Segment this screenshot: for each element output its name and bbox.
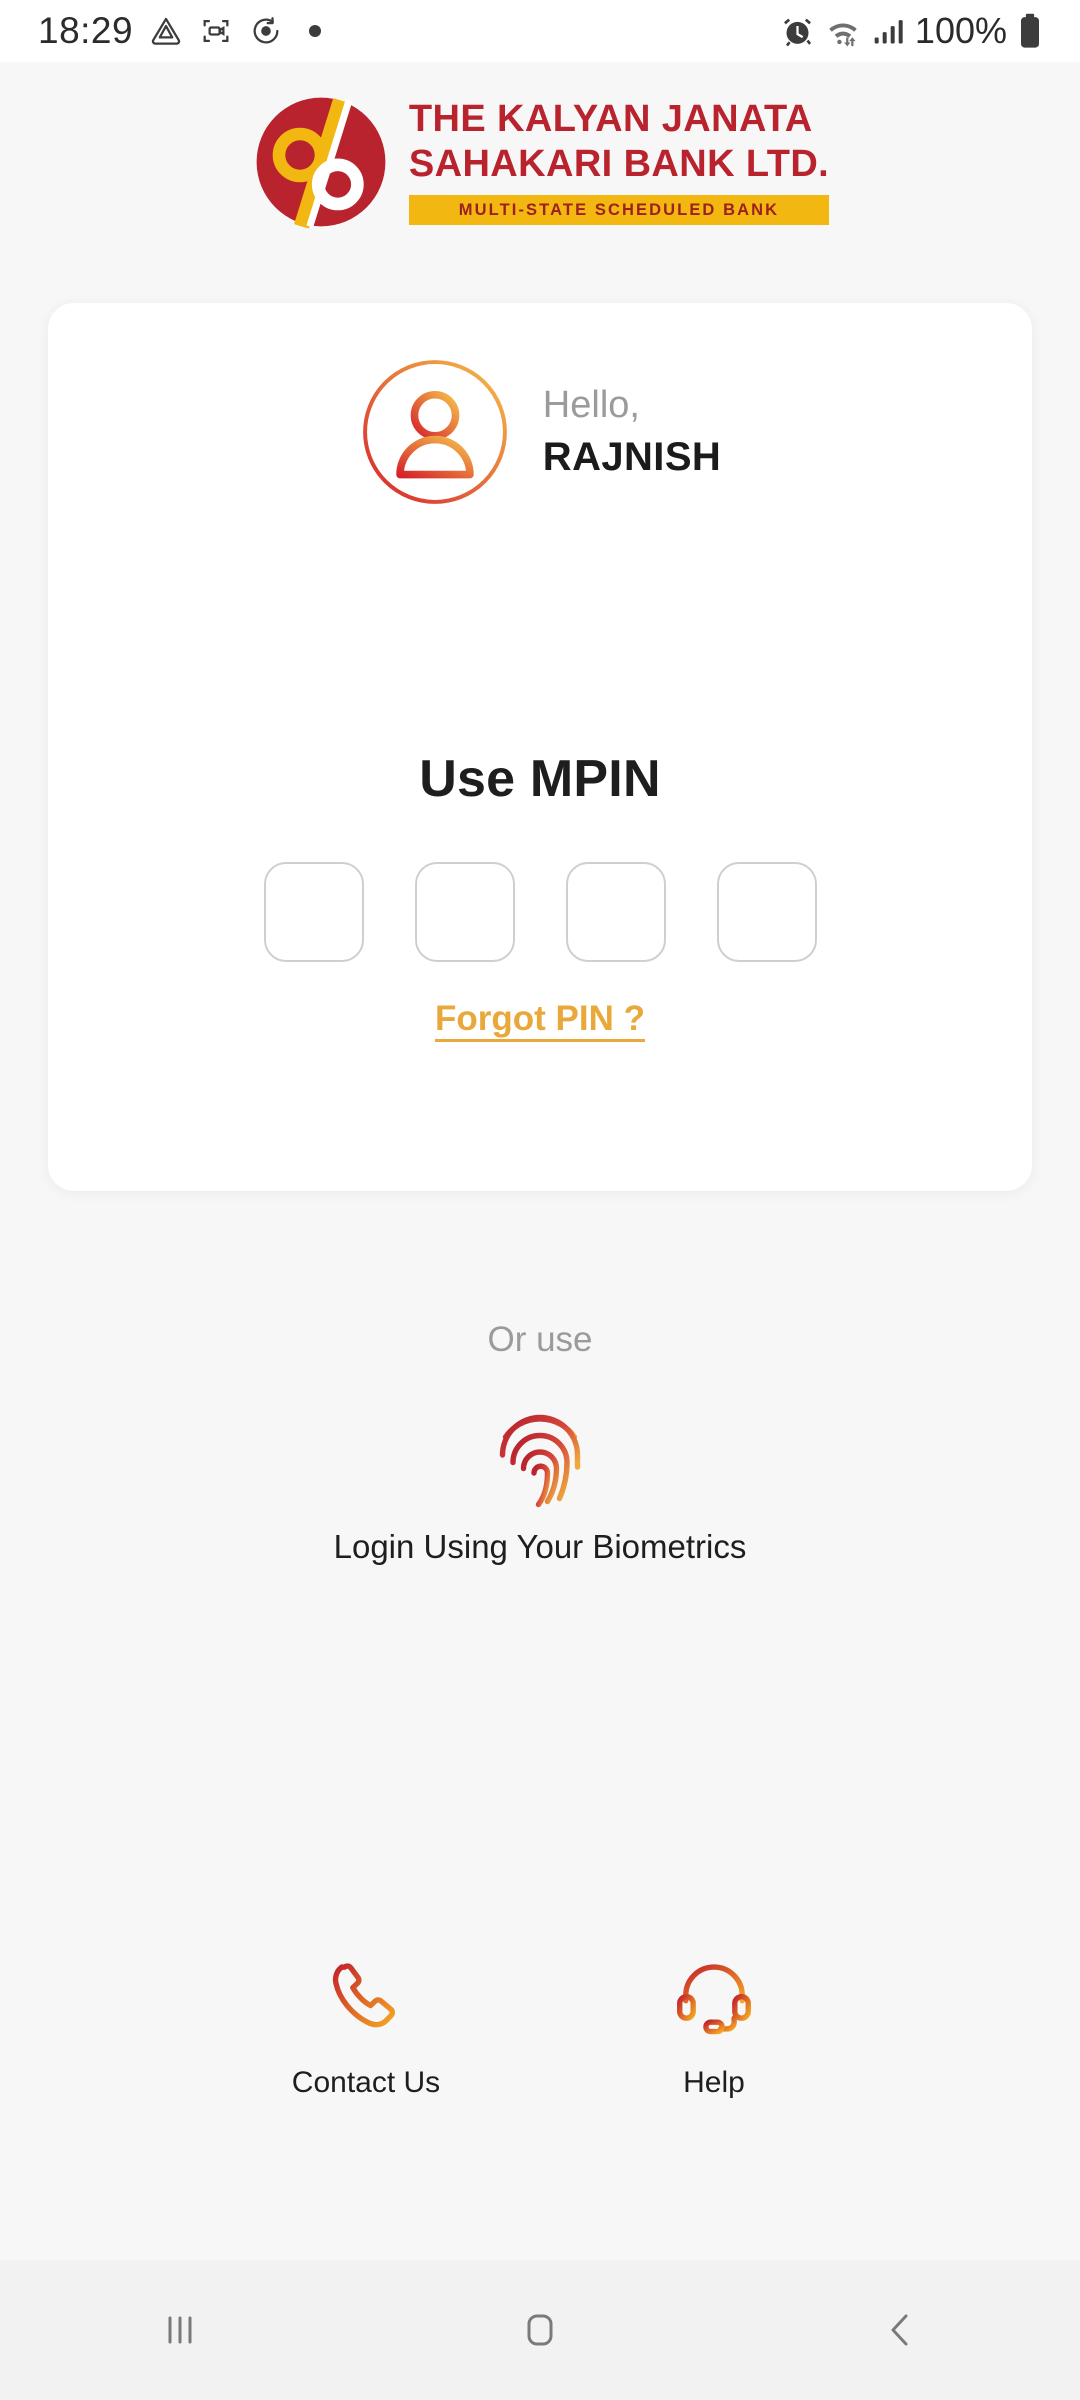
status-bar-left: 18:29 bbox=[38, 10, 322, 52]
battery-icon bbox=[1021, 13, 1039, 48]
bank-name-line2: SAHAKARI BANK LTD. bbox=[408, 142, 830, 185]
fingerprint-icon bbox=[499, 1414, 581, 1508]
drive-triangle-icon bbox=[151, 17, 181, 45]
help-button[interactable]: Help bbox=[624, 1955, 804, 2102]
app-screen: 18:29 100% THE KALYAN JANATA SAHAKARI BA… bbox=[0, 0, 1080, 2400]
status-bar-right: 100% bbox=[781, 10, 1042, 52]
support-actions: Contact Us Help bbox=[0, 1955, 1080, 2102]
greeting-block: Hello, RAJNISH bbox=[48, 356, 1032, 508]
mpin-digit-2[interactable] bbox=[414, 862, 515, 962]
greeting-text: Hello, RAJNISH bbox=[543, 384, 721, 481]
phone-icon bbox=[332, 1963, 395, 2028]
biometric-login-button[interactable]: Login Using Your Biometrics bbox=[0, 1400, 1080, 1568]
back-icon bbox=[891, 2314, 908, 2346]
mpin-input-group bbox=[48, 862, 1032, 962]
android-nav-bar bbox=[0, 2260, 1080, 2400]
status-bar-clock: 18:29 bbox=[38, 10, 134, 51]
avatar bbox=[362, 360, 507, 504]
forgot-pin-row: Forgot PIN ? bbox=[48, 999, 1032, 1039]
notification-dot-icon bbox=[309, 25, 322, 37]
contact-us-label: Contact Us bbox=[291, 2066, 441, 2099]
screen-record-icon bbox=[203, 19, 229, 43]
nav-back-button[interactable] bbox=[825, 2280, 975, 2380]
status-bar: 18:29 100% bbox=[0, 0, 1080, 62]
nav-recents-button[interactable] bbox=[105, 2280, 255, 2380]
kjsb-dp-monogram-icon bbox=[256, 97, 386, 229]
help-label: Help bbox=[683, 2066, 745, 2099]
forgot-pin-link[interactable]: Forgot PIN ? bbox=[435, 999, 645, 1039]
bank-name-block: THE KALYAN JANATA SAHAKARI BANK LTD. MUL… bbox=[408, 98, 830, 225]
mpin-digit-3[interactable] bbox=[565, 862, 666, 962]
page-title: Use MPIN bbox=[419, 750, 661, 808]
contact-us-button[interactable]: Contact Us bbox=[276, 1955, 456, 2102]
recents-icon bbox=[168, 2316, 192, 2344]
bank-name-line1: THE KALYAN JANATA bbox=[408, 98, 813, 141]
alarm-icon bbox=[783, 18, 812, 46]
home-icon bbox=[527, 2314, 553, 2346]
mpin-digit-4[interactable] bbox=[716, 862, 817, 962]
sleep-mode-icon bbox=[253, 17, 279, 44]
bank-logo: THE KALYAN JANATA SAHAKARI BANK LTD. MUL… bbox=[0, 82, 1080, 242]
greeting-username: RAJNISH bbox=[542, 435, 722, 480]
nav-home-button[interactable] bbox=[465, 2280, 615, 2380]
biometric-login-label: Login Using Your Biometrics bbox=[333, 1528, 747, 1565]
signal-bars-icon bbox=[874, 19, 903, 43]
login-card: Hello, RAJNISH Use MPIN Forgot PIN ? bbox=[48, 303, 1032, 1191]
wifi-icon bbox=[829, 23, 857, 46]
mpin-digit-1[interactable] bbox=[263, 862, 364, 962]
battery-percent-label: 100% bbox=[914, 10, 1007, 51]
greeting-hello: Hello, bbox=[542, 383, 640, 426]
or-use-label: Or use bbox=[487, 1320, 593, 1359]
bank-tagline-badge: MULTI-STATE SCHEDULED BANK bbox=[408, 194, 830, 225]
headset-icon bbox=[677, 1964, 751, 2035]
